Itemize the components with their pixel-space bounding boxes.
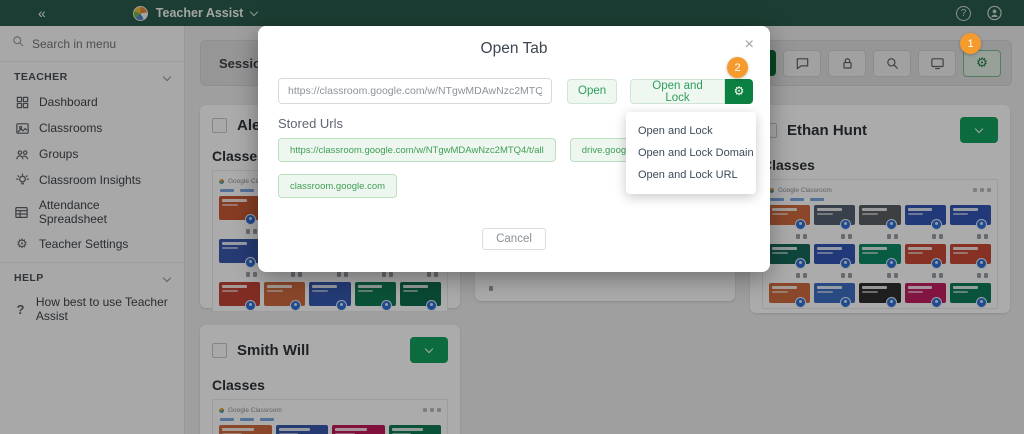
- step-badge-2: 2: [727, 57, 748, 78]
- url-input[interactable]: [278, 78, 552, 104]
- cancel-button[interactable]: Cancel: [482, 228, 546, 250]
- stored-url-chip[interactable]: classroom.google.com: [278, 174, 398, 198]
- menu-item-open-and-lock[interactable]: Open and Lock: [626, 120, 756, 142]
- stored-urls-label: Stored Urls: [278, 116, 344, 131]
- open-and-lock-button[interactable]: Open and Lock: [630, 78, 725, 104]
- lock-options-gear-button[interactable]: ⚙: [724, 78, 753, 104]
- menu-item-open-and-lock-domain[interactable]: Open and Lock Domain: [626, 142, 756, 164]
- modal-title: Open Tab: [480, 40, 548, 57]
- close-icon[interactable]: ×: [745, 36, 754, 54]
- open-button[interactable]: Open: [567, 78, 618, 104]
- gear-icon: ⚙: [733, 84, 745, 98]
- step-badge-1: 1: [960, 33, 981, 54]
- lock-options-menu: Open and Lock Open and Lock Domain Open an…: [626, 112, 756, 194]
- app-root: « Teacher Assist ? TEACHERDashboardClass…: [0, 0, 1024, 434]
- stored-url-chip[interactable]: https://classroom.google.com/w/NTgwMDAwN…: [278, 138, 556, 162]
- menu-item-open-and-lock-url[interactable]: Open and Lock URL: [626, 164, 756, 186]
